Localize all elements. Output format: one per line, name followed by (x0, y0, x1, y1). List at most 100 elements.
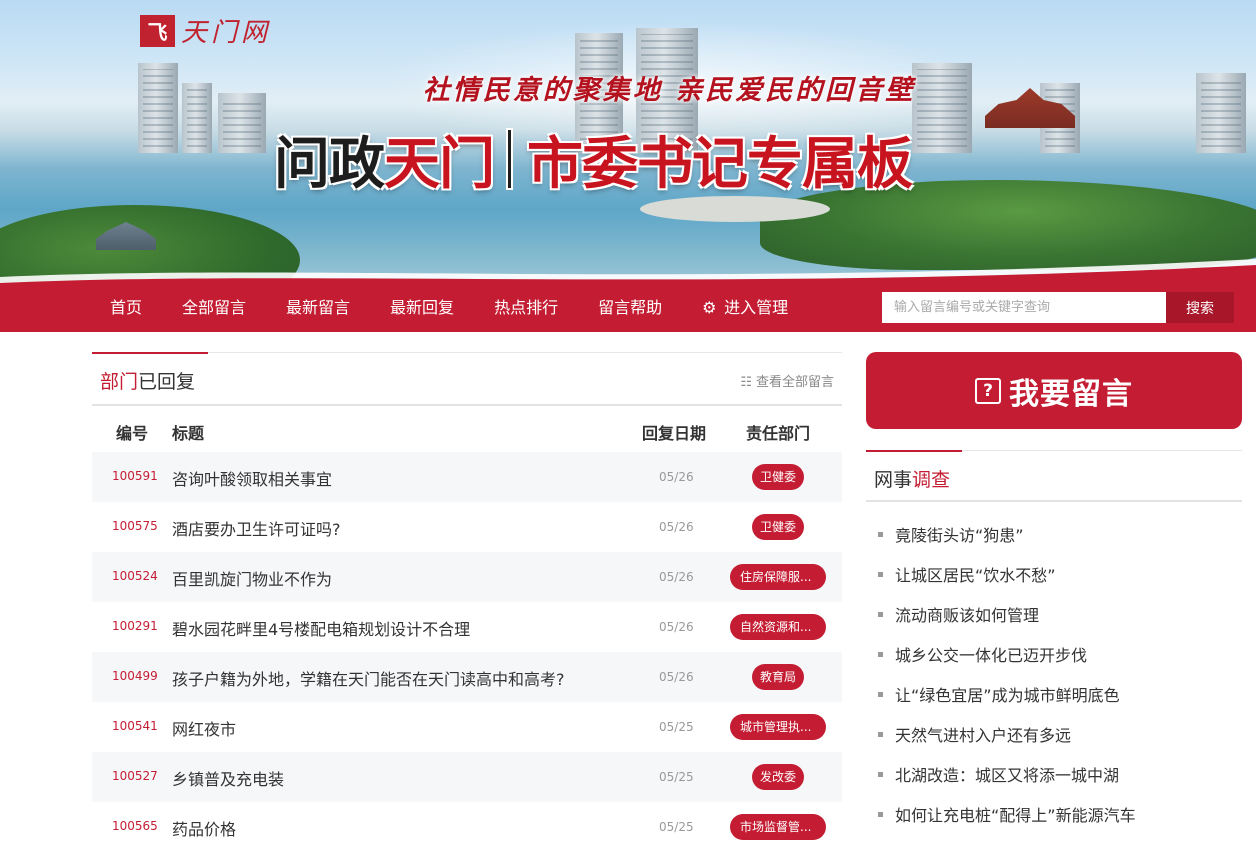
survey-item[interactable]: 如何让充电桩“配得上”新能源汽车 (866, 796, 1242, 836)
replied-panel: 部门已回复 ☷ 查看全部留言 编号 标题 回复日期 责任部门 100591 咨询叶… (92, 352, 842, 852)
dept-badge[interactable]: 卫健委 (752, 514, 804, 540)
bullet-icon (878, 812, 883, 817)
dept-badge[interactable]: 市场监督管... (730, 814, 826, 840)
headline-part1: 问政 (274, 131, 385, 197)
row-date: 05/25 (659, 820, 694, 834)
bullet-icon (878, 612, 883, 617)
list-icon: ☷ (740, 375, 752, 390)
nav-admin[interactable]: ⚙ 进入管理 (682, 283, 808, 332)
table-row[interactable]: 100541 网红夜市 05/25 城市管理执... (92, 702, 842, 752)
leave-message-button[interactable]: ? 我要留言 (866, 352, 1242, 429)
nav-admin-label: 进入管理 (724, 298, 789, 317)
table-row[interactable]: 100524 百里凯旋门物业不作为 05/26 住房保障服... (92, 552, 842, 602)
row-title-link[interactable]: 碧水园花畔里4号楼配电箱规划设计不合理 (172, 616, 470, 640)
dept-badge[interactable]: 自然资源和... (730, 614, 826, 640)
dept-badge[interactable]: 住房保障服... (730, 564, 826, 590)
nav-items: 首页 全部留言 最新留言 最新回复 热点排行 留言帮助 ⚙ 进入管理 (90, 283, 808, 332)
row-title-link[interactable]: 网红夜市 (172, 716, 236, 740)
survey-item-label: 流动商贩该如何管理 (895, 606, 1040, 625)
survey-item[interactable]: 天然气进村入户还有多远 (866, 716, 1242, 756)
title-highlight: 调查 (912, 469, 951, 491)
bullet-icon (878, 532, 883, 537)
search-button[interactable]: 搜索 (1166, 292, 1234, 323)
banner-slogan: 社情民意的聚集地 亲民爱民的回音壁 (422, 75, 916, 106)
survey-item-label: 城乡公交一体化已迈开步伐 (895, 646, 1088, 665)
building-decoration (218, 93, 266, 153)
bullet-icon (878, 772, 883, 777)
bullet-icon (878, 652, 883, 657)
col-header-id: 编号 (116, 424, 149, 443)
col-header-date: 回复日期 (642, 424, 707, 443)
row-id: 100524 (112, 569, 158, 583)
row-title-link[interactable]: 咨询叶酸领取相关事宜 (172, 466, 332, 490)
survey-item[interactable]: 让城区居民“饮水不愁” (866, 556, 1242, 596)
table-row[interactable]: 100591 咨询叶酸领取相关事宜 05/26 卫健委 (92, 452, 842, 502)
row-date: 05/26 (659, 570, 694, 584)
nav-hot-ranking[interactable]: 热点排行 (474, 283, 578, 332)
view-all-link[interactable]: ☷ 查看全部留言 (740, 371, 834, 390)
nav-latest-messages[interactable]: 最新留言 (266, 283, 370, 332)
survey-list: 竟陵街头访“狗患” 让城区居民“饮水不愁” 流动商贩该如何管理 城乡公交一体化已… (866, 502, 1242, 836)
table-row[interactable]: 100499 孩子户籍为外地，学籍在天门能否在天门读高中和高考? 05/26 教… (92, 652, 842, 702)
logo-mark-icon: 飞 (140, 14, 175, 47)
survey-item[interactable]: 让“绿色宜居”成为城市鲜明底色 (866, 676, 1242, 716)
building-decoration (182, 83, 212, 153)
dept-badge[interactable]: 发改委 (752, 764, 804, 790)
row-id: 100575 (112, 519, 158, 533)
row-title-link[interactable]: 酒店要办卫生许可证吗? (172, 516, 341, 540)
survey-panel-title: 网事调查 (874, 465, 950, 492)
dept-badge[interactable]: 教育局 (752, 664, 804, 690)
logo-text: 天门网 (181, 18, 272, 48)
dept-badge[interactable]: 卫健委 (752, 464, 804, 490)
building-decoration (138, 63, 178, 153)
bullet-icon (878, 732, 883, 737)
survey-item[interactable]: 北湖改造：城区又将添一城中湖 (866, 756, 1242, 796)
bullet-icon (878, 572, 883, 577)
main-nav: 首页 全部留言 最新留言 最新回复 热点排行 留言帮助 ⚙ 进入管理 搜索 (0, 283, 1256, 332)
survey-item-label: 天然气进村入户还有多远 (895, 726, 1072, 745)
row-title-link[interactable]: 孩子户籍为外地，学籍在天门能否在天门读高中和高考? (172, 666, 565, 690)
row-id: 100541 (112, 719, 158, 733)
row-date: 05/25 (659, 720, 694, 734)
site-logo[interactable]: 飞 天门网 (140, 12, 271, 49)
table-row[interactable]: 100527 乡镇普及充电装 05/25 发改委 (92, 752, 842, 802)
table-row[interactable]: 100565 药品价格 05/25 市场监督管... (92, 802, 842, 852)
row-id: 100527 (112, 769, 158, 783)
row-id: 100565 (112, 819, 158, 833)
survey-item[interactable]: 城乡公交一体化已迈开步伐 (866, 636, 1242, 676)
headline-part2: 天门 (384, 131, 495, 197)
survey-item-label: 让“绿色宜居”成为城市鲜明底色 (895, 686, 1120, 705)
header-banner: 飞 天门网 社情民意的聚集地 亲民爱民的回音壁 问政 天门 市委书记专属板 (0, 0, 1256, 283)
col-header-title: 标题 (172, 424, 205, 443)
survey-panel-header: 网事调查 (866, 450, 1242, 502)
question-icon: ? (975, 377, 1001, 404)
row-title-link[interactable]: 乡镇普及充电装 (172, 766, 284, 790)
table-row[interactable]: 100291 碧水园花畔里4号楼配电箱规划设计不合理 05/26 自然资源和..… (92, 602, 842, 652)
search-input[interactable] (882, 292, 1166, 323)
nav-help[interactable]: 留言帮助 (578, 283, 682, 332)
row-date: 05/26 (659, 620, 694, 634)
banner-headline: 问政 天门 市委书记专属板 (274, 124, 913, 197)
banner-wave (0, 259, 1256, 283)
survey-panel: 网事调查 竟陵街头访“狗患” 让城区居民“饮水不愁” 流动商贩该如何管理 城乡公… (866, 450, 1242, 836)
survey-item[interactable]: 流动商贩该如何管理 (866, 596, 1242, 636)
survey-item-label: 让城区居民“饮水不愁” (895, 566, 1056, 585)
title-rest: 网事 (874, 469, 913, 491)
nav-all-messages[interactable]: 全部留言 (162, 283, 266, 332)
dept-badge[interactable]: 城市管理执... (730, 714, 826, 740)
nav-latest-replies[interactable]: 最新回复 (370, 283, 474, 332)
building-decoration (1196, 73, 1246, 153)
row-date: 05/26 (659, 520, 694, 534)
row-title-link[interactable]: 药品价格 (172, 816, 236, 840)
row-id: 100291 (112, 619, 158, 633)
replied-panel-title: 部门已回复 (100, 367, 195, 394)
table-row[interactable]: 100575 酒店要办卫生许可证吗? 05/26 卫健委 (92, 502, 842, 552)
survey-item[interactable]: 竟陵街头访“狗患” (866, 516, 1242, 556)
col-header-dept: 责任部门 (746, 424, 811, 443)
row-title-link[interactable]: 百里凯旋门物业不作为 (172, 566, 332, 590)
nav-home[interactable]: 首页 (90, 283, 162, 332)
bullet-icon (878, 692, 883, 697)
survey-item-label: 北湖改造：城区又将添一城中湖 (895, 766, 1120, 785)
row-id: 100499 (112, 669, 158, 683)
survey-item-label: 竟陵街头访“狗患” (895, 526, 1024, 545)
